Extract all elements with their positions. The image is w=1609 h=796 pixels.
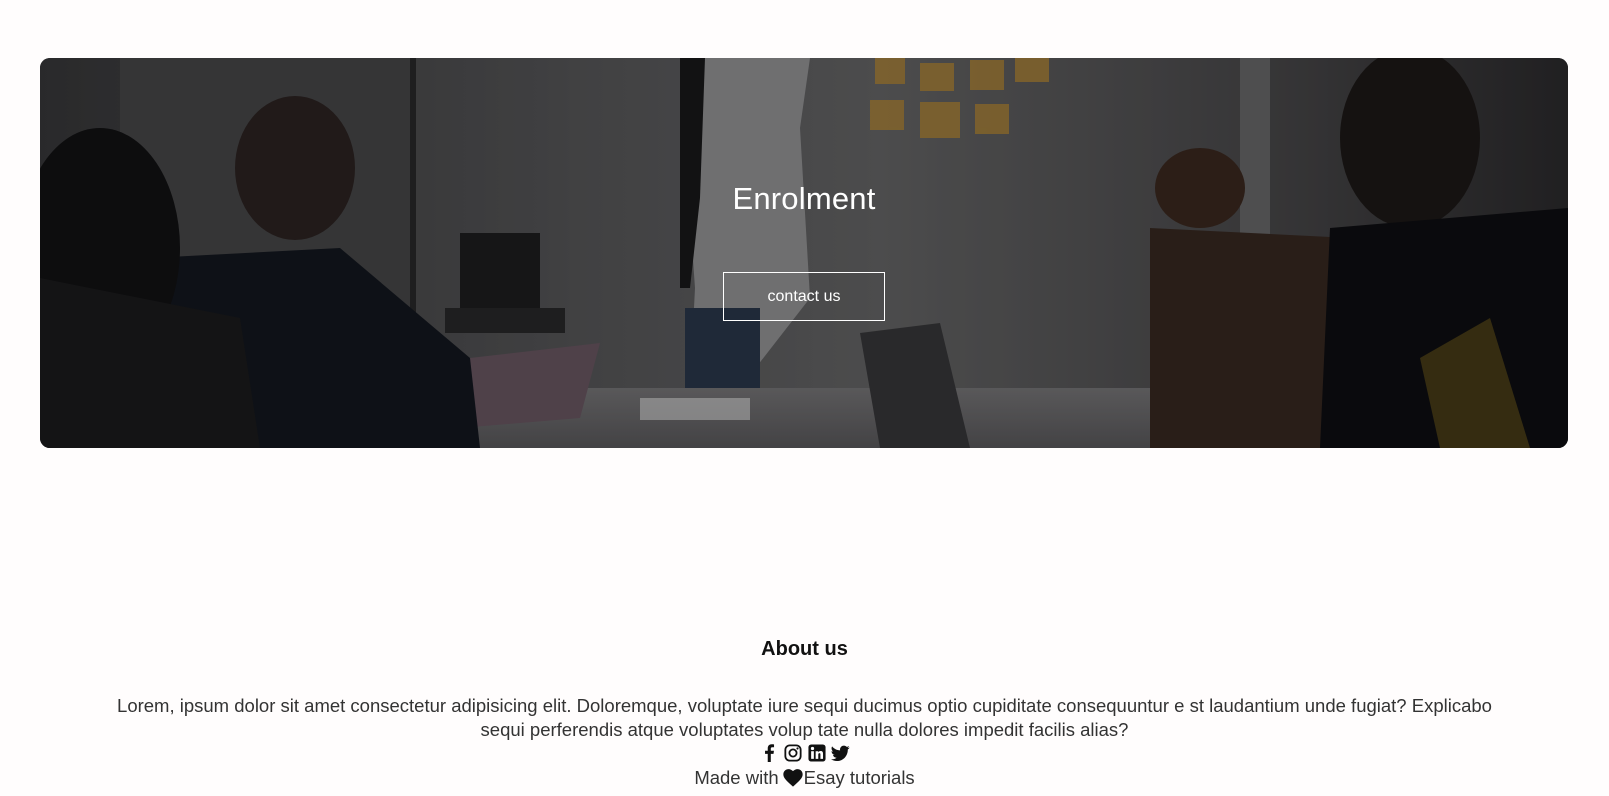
made-with-prefix: Made with bbox=[694, 767, 779, 788]
contact-us-button[interactable]: contact us bbox=[723, 272, 885, 321]
heart-icon bbox=[782, 769, 803, 793]
social-links bbox=[0, 743, 1609, 763]
made-with-suffix[interactable]: Esay tutorials bbox=[804, 767, 915, 788]
instagram-icon[interactable] bbox=[783, 743, 803, 763]
hero-title: Enrolment bbox=[732, 181, 876, 216]
made-with-credit: Made with Esay tutorials bbox=[0, 766, 1609, 793]
about-title: About us bbox=[761, 638, 848, 660]
twitter-icon[interactable] bbox=[831, 743, 851, 763]
hero-banner: Enrolment contact us bbox=[40, 58, 1568, 448]
hero-overlay bbox=[40, 58, 1568, 448]
linkedin-icon[interactable] bbox=[807, 743, 827, 763]
facebook-icon[interactable] bbox=[759, 743, 779, 763]
page: Enrolment contact us About us Lorem, ips… bbox=[0, 0, 1609, 796]
about-text: Lorem, ipsum dolor sit amet consectetur … bbox=[117, 695, 1492, 740]
